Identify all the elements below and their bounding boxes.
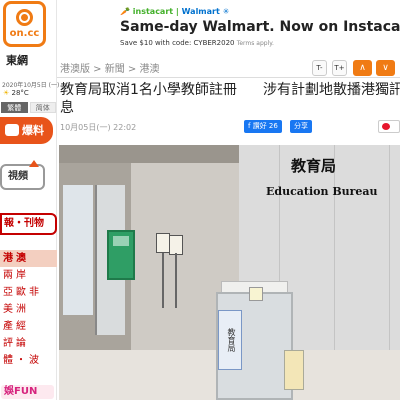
megaphone-icon <box>5 124 19 136</box>
ad-separator: | <box>175 7 179 16</box>
article-title-second: 涉有計劃地散播港獨訊 <box>263 82 400 98</box>
weibo-icon <box>382 123 390 130</box>
bureau-sign-english: Education Bureau <box>266 185 378 198</box>
article-title: 教育局取消1名小學教師註冊 息 <box>60 81 250 117</box>
article-photo[interactable]: 教育局 Education Bureau 教育局 <box>59 145 400 400</box>
ad-headline: Same-day Walmart. Now on Instacart. <box>120 19 400 35</box>
breadcrumb-bar: 港澳版 > 新聞 > 港澳 T- T+ ∧ ∨ <box>57 56 400 78</box>
ad-offer: Save $10 with code: CYBER2020 <box>120 39 235 47</box>
video-button[interactable]: 視頻 <box>0 160 45 190</box>
logo-text: on.cc <box>9 28 40 39</box>
sign-stand <box>156 233 170 253</box>
collection-box-card <box>249 287 263 301</box>
facebook-icon: f <box>248 122 251 130</box>
article-title-line2: 息 <box>60 100 74 116</box>
weather: ☀ 28°C <box>3 89 29 97</box>
stand-pole <box>175 253 177 308</box>
video-label: 視頻 <box>8 171 28 182</box>
nav-item-sports[interactable]: 體・波 <box>0 352 57 369</box>
lang-traditional-button[interactable]: 繁體 <box>1 102 28 113</box>
section-nav: 港澳 兩岸 亞歐非 美洲 產經 評論 體・波 <box>0 250 57 369</box>
nav-item-asia-europe-africa[interactable]: 亞歐非 <box>0 284 57 301</box>
site-name[interactable]: 東網 <box>6 52 28 68</box>
facebook-like-label: 讚好 26 <box>252 122 278 130</box>
weibo-share-button[interactable] <box>378 120 400 133</box>
ad-fine-print: Terms apply. <box>236 40 274 47</box>
nav-item-finance[interactable]: 產經 <box>0 318 57 335</box>
wall-panel-line <box>334 145 335 380</box>
wall-panel-line <box>389 145 390 380</box>
temperature: 28°C <box>11 89 29 97</box>
ad-offer-line: Save $10 with code: CYBER2020 Terms appl… <box>120 39 274 47</box>
ad-brands: 🥕 instacart | Walmart ✳ <box>120 7 229 16</box>
facebook-share-button[interactable]: 分享 <box>290 120 312 133</box>
current-date: 2020年10月5日 (一) <box>2 82 60 89</box>
publish-time: 10月05日(一) 22:02 <box>60 123 137 132</box>
font-larger-button[interactable]: T+ <box>332 60 347 76</box>
language-switch: 繁體 简体 <box>0 102 57 113</box>
article-title-line1: 教育局取消1名小學教師註冊 <box>60 82 237 98</box>
ad-banner[interactable]: 🥕 instacart | Walmart ✳ Same-day Walmart… <box>115 0 400 52</box>
breadcrumb[interactable]: 港澳版 > 新聞 > 港澳 <box>60 60 159 75</box>
font-smaller-button[interactable]: T- <box>312 60 327 76</box>
green-leaflet-rack <box>107 230 135 280</box>
ad-instacart: instacart <box>132 7 174 16</box>
rack-screen <box>113 236 129 246</box>
sidebar: on.cc 東網 2020年10月5日 (一) ☀ 28°C 繁體 简体 爆料 … <box>0 0 60 400</box>
bureau-sign-chinese: 教育局 <box>291 157 337 175</box>
lang-simplified-button[interactable]: 简体 <box>29 102 56 113</box>
magazine-button[interactable]: 報・刊物 <box>0 213 57 235</box>
next-article-button[interactable]: ∨ <box>376 60 395 76</box>
ad-walmart: Walmart <box>181 7 220 16</box>
facebook-like-button[interactable]: f 讚好 26 <box>244 120 282 133</box>
nav-item-commentary[interactable]: 評論 <box>0 335 57 352</box>
nav-item-cross-strait[interactable]: 兩岸 <box>0 267 57 284</box>
play-icon <box>29 160 39 167</box>
photo-corridor <box>63 185 93 315</box>
oncc-logo[interactable]: on.cc <box>3 1 46 47</box>
hot-news-label: 爆料 <box>22 124 44 137</box>
sun-icon: ☀ <box>3 89 10 97</box>
entertainment-button[interactable]: 娛FUN <box>1 385 54 399</box>
sign-stand <box>169 235 183 255</box>
logo-dot-icon <box>21 14 28 21</box>
hot-news-button[interactable]: 爆料 <box>0 117 53 144</box>
collection-box-label: 教育局 <box>218 310 242 370</box>
walmart-spark-icon: ✳ <box>222 7 230 16</box>
wall-poster <box>284 350 304 390</box>
nav-item-hkmacau[interactable]: 港澳 <box>0 250 57 267</box>
prev-article-button[interactable]: ∧ <box>353 60 372 76</box>
instacart-carrot-icon: 🥕 <box>120 7 130 16</box>
stand-pole <box>162 253 164 308</box>
nav-item-americas[interactable]: 美洲 <box>0 301 57 318</box>
